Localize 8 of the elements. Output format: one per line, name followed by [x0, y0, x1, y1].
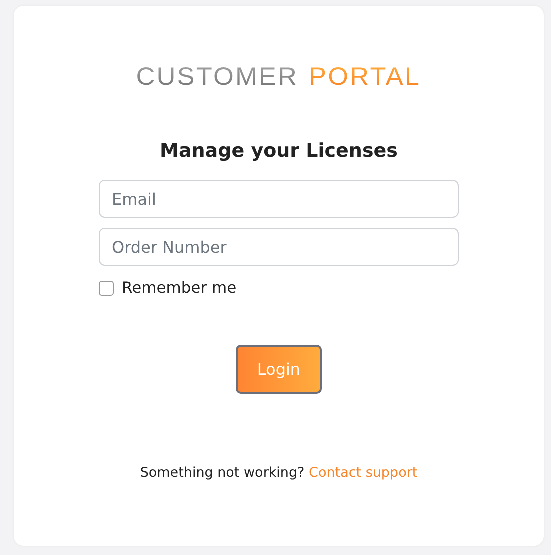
- page-heading: Manage your Licenses: [160, 140, 398, 162]
- text-field[interactable]: Order Number: [99, 228, 459, 266]
- remember-checkbox[interactable]: [99, 280, 114, 296]
- login-button[interactable]: Login: [236, 345, 322, 394]
- remember-label: Remember me: [122, 279, 237, 297]
- support-text: Something not working? Contact support: [140, 465, 418, 481]
- contact-support-link[interactable]: Contact support: [309, 465, 418, 481]
- text-field[interactable]: Email: [99, 180, 459, 218]
